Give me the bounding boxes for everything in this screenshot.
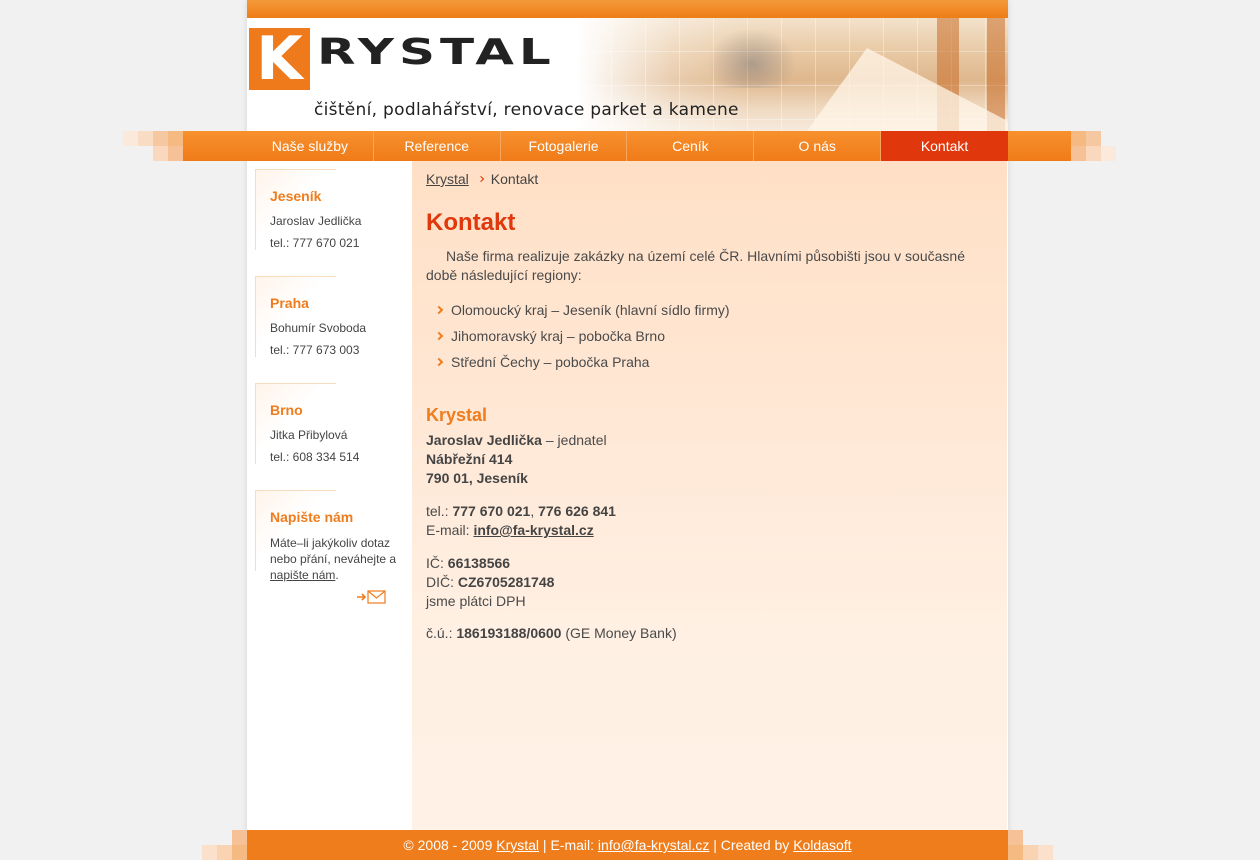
- email-link[interactable]: info@fa-krystal.cz: [473, 522, 593, 538]
- breadcrumb-home-link[interactable]: Krystal: [426, 171, 469, 187]
- write-us-link[interactable]: napište nám: [270, 568, 335, 582]
- contact-card-name: Jaroslav Jedlička: [270, 214, 362, 228]
- bank-name: (GE Money Bank): [561, 625, 677, 641]
- phone-separator: ,: [530, 503, 539, 519]
- person-role: – jednatel: [541, 432, 607, 448]
- footer-created-label: | Created by: [709, 837, 794, 853]
- contact-card-name: Bohumír Svoboda: [270, 321, 367, 335]
- write-us-text: Máte–li jakýkoliv dotaz nebo přání, nevá…: [270, 535, 400, 583]
- city-line: 790 01, Jeseník: [426, 469, 607, 488]
- dic-value: CZ6705281748: [457, 574, 555, 590]
- phone-line: tel.: 777 670 021, 776 626 841: [426, 502, 616, 521]
- ic-label: IČ:: [426, 555, 448, 571]
- decor-squares-footer-left: [202, 830, 247, 860]
- write-us-text-after: .: [335, 568, 339, 582]
- nav-item-o-nas[interactable]: O nás: [754, 131, 882, 161]
- contact-card-brno: Brno Jitka Přibylová tel.: 608 334 514: [255, 383, 405, 483]
- regions-list: Olomoucký kraj – Jeseník (hlavní sídlo f…: [436, 301, 730, 379]
- phone-2: 776 626 841: [538, 503, 616, 519]
- footer: © 2008 - 2009 Krystal | E-mail: info@fa-…: [247, 830, 1008, 860]
- dic-label: DIČ:: [426, 574, 458, 590]
- person-line: Jaroslav Jedlička – jednatel: [426, 431, 607, 450]
- contact-card-phone: tel.: 777 670 021: [270, 236, 360, 250]
- email-label: E-mail:: [426, 522, 474, 538]
- ic-value: 66138566: [447, 555, 511, 571]
- header: K RYSTAL čištění, podlahářství, renovace…: [247, 18, 1008, 131]
- footer-email-label: | E-mail:: [539, 837, 598, 853]
- nav-item-cenik[interactable]: Ceník: [627, 131, 755, 161]
- list-item: Olomoucký kraj – Jeseník (hlavní sídlo f…: [436, 301, 730, 327]
- write-us-text-before: Máte–li jakýkoliv dotaz nebo přání, nevá…: [270, 536, 397, 566]
- nav-item-nase-sluzby[interactable]: Naše služby: [247, 131, 374, 161]
- dic-line: DIČ: CZ6705281748: [426, 573, 554, 592]
- decor-squares-left: [123, 131, 183, 161]
- vat-note: jsme plátci DPH: [426, 593, 526, 609]
- contact-card-name: Jitka Přibylová: [270, 428, 348, 442]
- street: Nábřežní 414: [426, 451, 513, 467]
- page-title: Kontakt: [426, 209, 516, 236]
- phone-label: tel.:: [426, 503, 453, 519]
- contact-card-jesenik: Jeseník Jaroslav Jedlička tel.: 777 670 …: [255, 169, 405, 269]
- bank-account: č.ú.: 186193188/0600 (GE Money Bank): [426, 624, 677, 643]
- company-contacts: tel.: 777 670 021, 776 626 841 E-mail: i…: [426, 502, 616, 540]
- contact-card-title: Praha: [270, 295, 309, 311]
- breadcrumb: Krystal Kontakt: [426, 171, 538, 187]
- contact-card-praha: Praha Bohumír Svoboda tel.: 777 673 003: [255, 276, 405, 376]
- contact-card-phone: tel.: 608 334 514: [270, 450, 360, 464]
- tagline: čištění, podlahářství, renovace parket a…: [314, 100, 739, 120]
- write-us-title: Napište nám: [270, 509, 354, 525]
- breadcrumb-current: Kontakt: [490, 171, 539, 187]
- header-photo-people: [707, 28, 797, 88]
- city: 790 01, Jeseník: [426, 470, 528, 486]
- person-name: Jaroslav Jedlička: [426, 432, 542, 448]
- header-photo-floor: [807, 48, 1008, 131]
- company-heading: Krystal: [426, 405, 488, 425]
- list-item: Střední Čechy – pobočka Praha: [436, 353, 730, 379]
- logo-wordmark: RYSTAL: [317, 31, 556, 73]
- footer-copyright: © 2008 - 2009: [403, 837, 497, 853]
- breadcrumb-separator-icon: [477, 175, 484, 183]
- company-ids: IČ: 66138566 DIČ: CZ6705281748 jsme plát…: [426, 554, 554, 611]
- contact-card-title: Jeseník: [270, 188, 322, 204]
- email-line: E-mail: info@fa-krystal.cz: [426, 521, 616, 540]
- footer-creator-link[interactable]: Koldasoft: [793, 837, 851, 853]
- nav-item-reference[interactable]: Reference: [374, 131, 501, 161]
- decor-squares-footer-right: [1008, 830, 1053, 860]
- company-address: Jaroslav Jedlička – jednatel Nábřežní 41…: [426, 431, 607, 488]
- top-strip: [247, 0, 1008, 18]
- logo[interactable]: K RYSTAL: [247, 18, 577, 98]
- account-number: 186193188/0600: [456, 625, 562, 641]
- street-line: Nábřežní 414: [426, 450, 607, 469]
- mail-arrow-icon[interactable]: [357, 590, 387, 604]
- phone-1: 777 670 021: [452, 503, 531, 519]
- footer-brand-link[interactable]: Krystal: [496, 837, 539, 853]
- contact-card-title: Brno: [270, 402, 303, 418]
- intro-paragraph: Naše firma realizuje zakázky na území ce…: [426, 248, 965, 283]
- list-item: Jihomoravský kraj – pobočka Brno: [436, 327, 730, 353]
- decor-squares-right: [1071, 131, 1131, 161]
- main-content: Krystal Kontakt Kontakt Naše firma realiz…: [412, 161, 1007, 830]
- write-us-card: Napište nám Máte–li jakýkoliv dotaz nebo…: [255, 490, 405, 620]
- contact-card-phone: tel.: 777 673 003: [270, 343, 360, 357]
- footer-email-link[interactable]: info@fa-krystal.cz: [598, 837, 709, 853]
- main-nav: Naše služby Reference Fotogalerie Ceník …: [247, 131, 1008, 161]
- nav-item-kontakt[interactable]: Kontakt: [881, 131, 1008, 161]
- nav-item-fotogalerie[interactable]: Fotogalerie: [501, 131, 628, 161]
- logo-k-mark: K: [249, 28, 310, 90]
- sidebar: Jeseník Jaroslav Jedlička tel.: 777 670 …: [247, 161, 412, 830]
- ic-line: IČ: 66138566: [426, 554, 554, 573]
- account-label: č.ú.:: [426, 625, 457, 641]
